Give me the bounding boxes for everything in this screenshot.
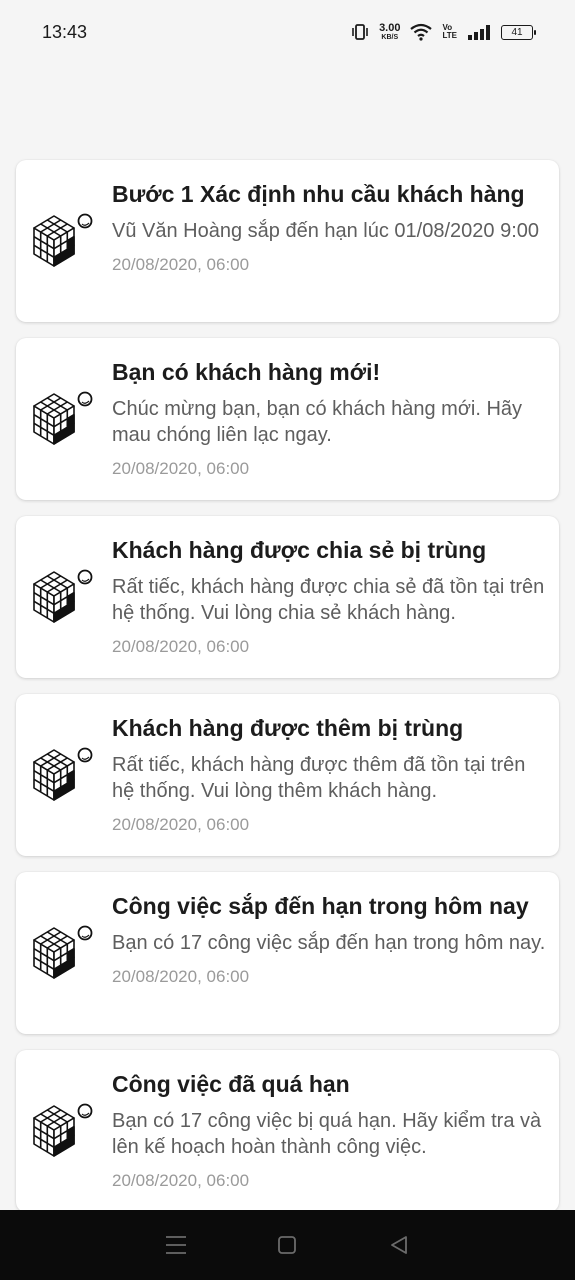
notification-time: 20/08/2020, 06:00	[112, 255, 250, 274]
notification-time: 20/08/2020, 06:00	[112, 637, 250, 656]
signal-icon	[467, 24, 491, 40]
notification-card[interactable]: Khách hàng được chia sẻ bị trùng Rất tiế…	[16, 516, 559, 678]
notification-content: Bạn có khách hàng mới! Chúc mừng bạn, bạ…	[112, 358, 547, 480]
battery-icon: 41	[501, 24, 536, 40]
status-icons: 3.00 KB/S Vo LTE 41	[351, 22, 536, 42]
status-bar: 13:43 3.00 KB/S Vo LTE 41	[0, 0, 575, 64]
notification-time: 20/08/2020, 06:00	[112, 967, 250, 986]
notification-title: Bạn có khách hàng mới!	[112, 359, 381, 385]
notification-body: Rất tiếc, khách hàng được thêm đã tồn tạ…	[112, 754, 526, 802]
cube-icon	[30, 742, 96, 808]
wifi-icon	[410, 23, 433, 41]
status-time: 13:43	[42, 21, 88, 42]
notification-content: Bước 1 Xác định nhu cầu khách hàng Vũ Vă…	[112, 180, 547, 276]
net-speed: 3.00 KB/S	[379, 22, 401, 42]
notification-title: Bước 1 Xác định nhu cầu khách hàng	[112, 181, 525, 207]
notification-title: Khách hàng được thêm bị trùng	[112, 715, 464, 741]
volte-bottom: LTE	[442, 31, 457, 40]
system-nav-bar	[0, 1210, 575, 1280]
cube-icon	[30, 564, 96, 630]
notification-card[interactable]: Khách hàng được thêm bị trùng Rất tiếc, …	[16, 694, 559, 856]
notification-time: 20/08/2020, 06:00	[112, 815, 250, 834]
notification-body: Chúc mừng bạn, bạn có khách hàng mới. Hã…	[112, 398, 523, 446]
notification-card[interactable]: Bước 1 Xác định nhu cầu khách hàng Vũ Vă…	[16, 160, 559, 322]
notification-card[interactable]: Công việc đã quá hạn Bạn có 17 công việc…	[16, 1050, 559, 1212]
battery-level: 41	[511, 26, 523, 38]
volte-indicator: Vo LTE	[442, 24, 457, 40]
net-speed-unit: KB/S	[381, 34, 399, 41]
net-speed-value: 3.00	[379, 22, 401, 34]
notification-title: Công việc sắp đến hạn trong hôm nay	[112, 893, 529, 919]
notification-content: Công việc đã quá hạn Bạn có 17 công việc…	[112, 1070, 547, 1192]
notification-content: Khách hàng được thêm bị trùng Rất tiếc, …	[112, 714, 547, 836]
notification-content: Khách hàng được chia sẻ bị trùng Rất tiế…	[112, 536, 547, 658]
notification-body: Vũ Văn Hoàng sắp đến hạn lúc 01/08/2020 …	[112, 220, 540, 242]
notification-time: 20/08/2020, 06:00	[112, 459, 250, 478]
notification-list: Bước 1 Xác định nhu cầu khách hàng Vũ Vă…	[16, 160, 559, 1228]
notification-body: Rất tiếc, khách hàng được chia sẻ đã tồn…	[112, 576, 545, 624]
cube-icon	[30, 386, 96, 452]
cube-icon	[30, 1098, 96, 1164]
notification-time: 20/08/2020, 06:00	[112, 1171, 250, 1190]
notification-content: Công việc sắp đến hạn trong hôm nay Bạn …	[112, 892, 547, 988]
menu-icon[interactable]	[154, 1223, 198, 1267]
notification-body: Bạn có 17 công việc sắp đến hạn trong hô…	[112, 932, 546, 954]
notification-body: Bạn có 17 công việc bị quá hạn. Hãy kiểm…	[112, 1110, 542, 1158]
back-icon[interactable]	[377, 1223, 421, 1267]
notification-title: Công việc đã quá hạn	[112, 1071, 350, 1097]
notification-card[interactable]: Bạn có khách hàng mới! Chúc mừng bạn, bạ…	[16, 338, 559, 500]
cube-icon	[30, 208, 96, 274]
home-icon[interactable]	[265, 1223, 309, 1267]
cube-icon	[30, 920, 96, 986]
notification-title: Khách hàng được chia sẻ bị trùng	[112, 537, 487, 563]
notification-card[interactable]: Công việc sắp đến hạn trong hôm nay Bạn …	[16, 872, 559, 1034]
vibrate-icon	[351, 23, 369, 41]
